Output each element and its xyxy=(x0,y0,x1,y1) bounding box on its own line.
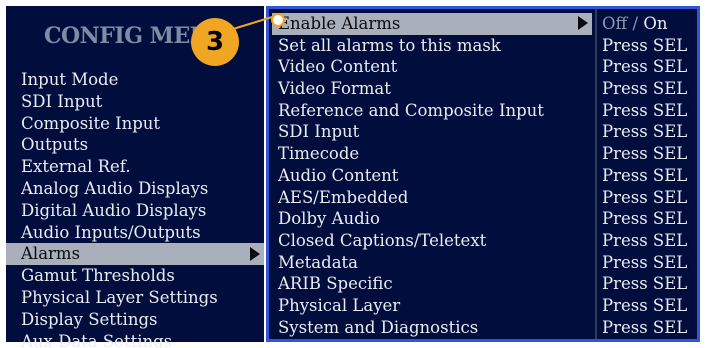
submenu-item-label: Audio Content xyxy=(278,165,399,185)
submenu-item-metadata[interactable]: Metadata Press SEL xyxy=(269,252,697,274)
submenu-item-physical-layer[interactable]: Physical Layer Press SEL xyxy=(269,295,697,317)
menu-item-display-settings[interactable]: Display Settings xyxy=(6,309,264,331)
menu-item-input-mode[interactable]: Input Mode xyxy=(6,69,264,91)
submenu-item-value: Press SEL xyxy=(602,274,688,294)
submenu-item-reference-composite-input[interactable]: Reference and Composite Input Press SEL xyxy=(269,100,697,122)
menu-item-digital-audio-displays[interactable]: Digital Audio Displays xyxy=(6,200,264,222)
menu-item-alarms[interactable]: Alarms xyxy=(6,243,264,266)
submenu-item-closed-captions-teletext[interactable]: Closed Captions/Teletext Press SEL xyxy=(269,230,697,252)
submenu-arrow-icon xyxy=(578,16,588,30)
submenu-item-label: Video Format xyxy=(278,79,391,99)
enable-alarms-toggle[interactable]: Off / On xyxy=(602,13,667,35)
submenu-item-value: Press SEL xyxy=(602,57,688,77)
submenu-item-label: Dolby Audio xyxy=(278,209,380,229)
submenu-item-label: Set all alarms to this mask xyxy=(278,35,501,55)
menu-item-audio-inputs-outputs[interactable]: Audio Inputs/Outputs xyxy=(6,222,264,244)
submenu-item-label: SDI Input xyxy=(278,122,360,142)
callout-pointer-dot xyxy=(271,13,285,27)
menu-item-analog-audio-displays[interactable]: Analog Audio Displays xyxy=(6,178,264,200)
step-callout-badge: 3 xyxy=(191,18,239,66)
toggle-option-on[interactable]: On xyxy=(643,14,667,33)
submenu-item-audio-content[interactable]: Audio Content Press SEL xyxy=(269,165,697,187)
submenu-item-value: Press SEL xyxy=(602,295,688,315)
submenu-item-value: Press SEL xyxy=(602,230,688,250)
submenu-item-value: Press SEL xyxy=(602,165,688,185)
submenu-item-label: AES/Embedded xyxy=(278,187,409,207)
menu-item-outputs[interactable]: Outputs xyxy=(6,134,264,156)
alarms-submenu-panel: Enable Alarms Off / On Set all alarms to… xyxy=(266,6,700,342)
submenu-item-value: Press SEL xyxy=(602,79,688,99)
submenu-item-aes-embedded[interactable]: AES/Embedded Press SEL xyxy=(269,187,697,209)
submenu-item-value: Press SEL xyxy=(602,100,688,120)
toggle-option-off[interactable]: Off xyxy=(602,14,627,33)
submenu-item-dolby-audio[interactable]: Dolby Audio Press SEL xyxy=(269,208,697,230)
config-menu-screen: CONFIG MENU Input Mode SDI Input Composi… xyxy=(0,0,707,348)
menu-item-alarms-label: Alarms xyxy=(21,244,81,264)
submenu-item-label: System and Diagnostics xyxy=(278,317,479,337)
alarms-submenu-list: Enable Alarms Off / On Set all alarms to… xyxy=(269,13,697,338)
submenu-item-value: Press SEL xyxy=(602,209,688,229)
submenu-item-video-format[interactable]: Video Format Press SEL xyxy=(269,78,697,100)
submenu-item-value: Press SEL xyxy=(602,35,688,55)
submenu-item-label: Reference and Composite Input xyxy=(278,100,544,120)
submenu-item-value: Press SEL xyxy=(602,252,688,272)
submenu-item-label: Timecode xyxy=(278,144,360,164)
submenu-item-timecode[interactable]: Timecode Press SEL xyxy=(269,143,697,165)
submenu-item-sdi-input[interactable]: SDI Input Press SEL xyxy=(269,121,697,143)
menu-item-aux-data-settings[interactable]: Aux Data Settings xyxy=(6,331,264,348)
submenu-item-value: Press SEL xyxy=(602,187,688,207)
submenu-item-label: ARIB Specific xyxy=(278,274,393,294)
submenu-item-label: Metadata xyxy=(278,252,358,272)
menu-item-composite-input[interactable]: Composite Input xyxy=(6,113,264,135)
toggle-separator: / xyxy=(632,14,639,33)
submenu-item-enable-alarms[interactable]: Enable Alarms Off / On xyxy=(269,13,697,35)
submenu-item-value: Press SEL xyxy=(602,122,688,142)
submenu-item-set-all-alarms[interactable]: Set all alarms to this mask Press SEL xyxy=(269,35,697,57)
submenu-item-label: Enable Alarms xyxy=(278,14,401,33)
menu-item-physical-layer-settings[interactable]: Physical Layer Settings xyxy=(6,287,264,309)
submenu-item-arib-specific[interactable]: ARIB Specific Press SEL xyxy=(269,273,697,295)
config-menu-list: Input Mode SDI Input Composite Input Out… xyxy=(6,69,264,348)
submenu-arrow-icon xyxy=(250,247,260,262)
submenu-item-video-content[interactable]: Video Content Press SEL xyxy=(269,56,697,78)
menu-item-sdi-input[interactable]: SDI Input xyxy=(6,91,264,113)
submenu-item-label: Physical Layer xyxy=(278,295,401,315)
submenu-item-value: Press SEL xyxy=(602,144,688,164)
submenu-item-label: Closed Captions/Teletext xyxy=(278,230,487,250)
submenu-item-value: Press SEL xyxy=(602,317,688,337)
menu-item-gamut-thresholds[interactable]: Gamut Thresholds xyxy=(6,265,264,287)
submenu-item-label: Video Content xyxy=(278,57,398,77)
submenu-item-system-diagnostics[interactable]: System and Diagnostics Press SEL xyxy=(269,317,697,339)
menu-item-external-ref[interactable]: External Ref. xyxy=(6,156,264,178)
